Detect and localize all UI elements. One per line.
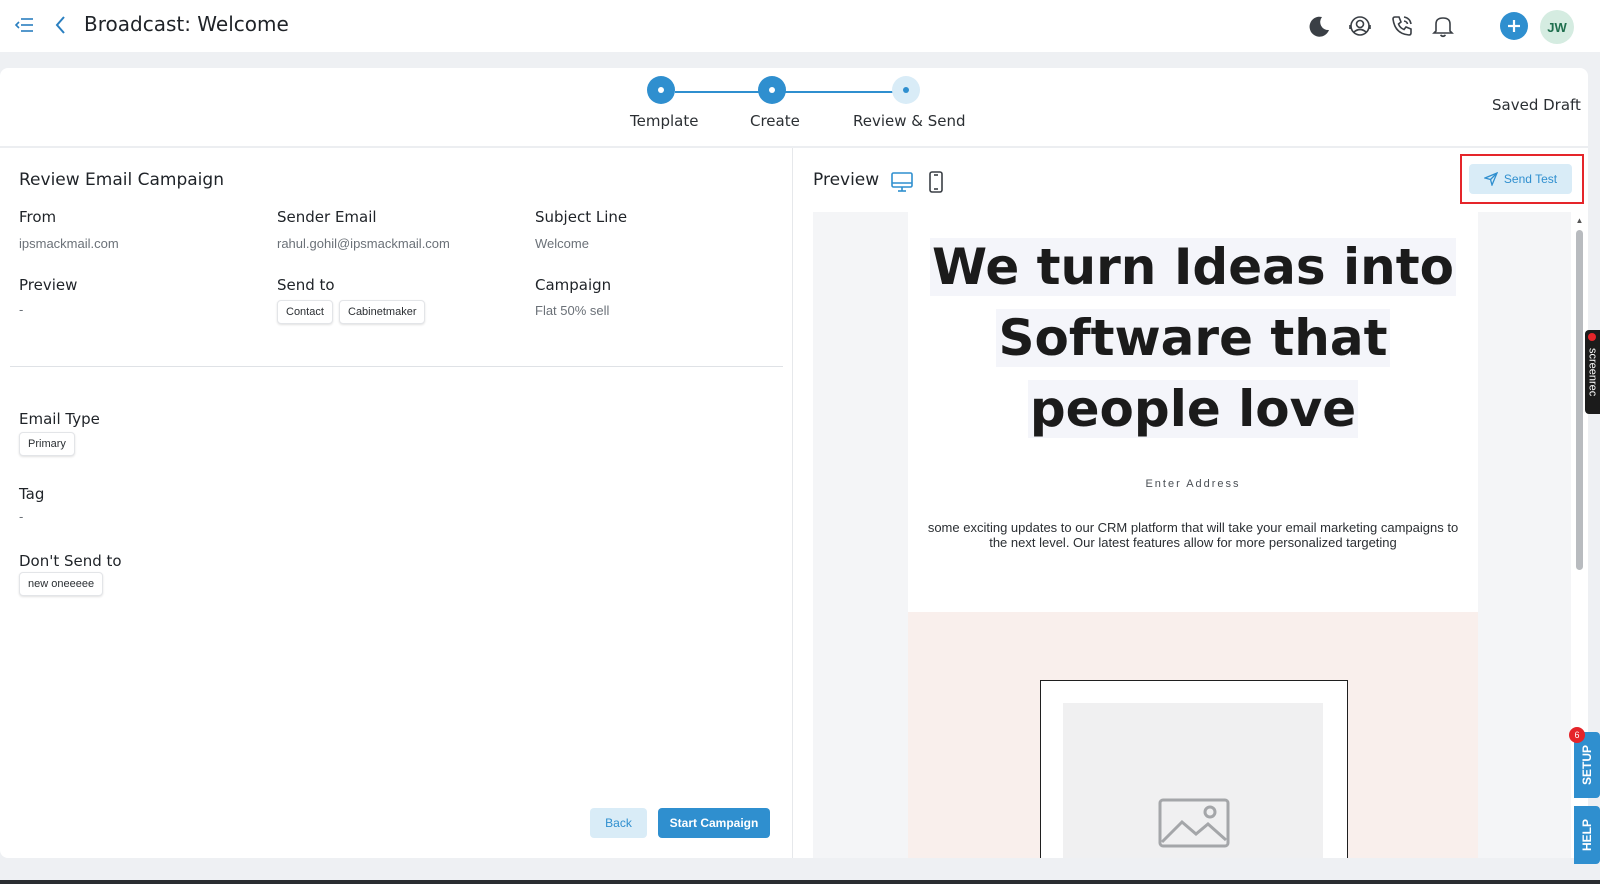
send-test-label: Send Test: [1503, 172, 1558, 186]
record-dot-icon: [1588, 333, 1596, 341]
setup-tab-label: SETUP: [1580, 745, 1594, 786]
scroll-up-icon[interactable]: ▲: [1575, 216, 1584, 226]
back-button[interactable]: Back: [590, 808, 647, 838]
dark-mode-moon-icon[interactable]: [1306, 13, 1332, 39]
notification-bell-icon[interactable]: [1430, 13, 1456, 39]
support-agent-icon[interactable]: [1347, 13, 1373, 39]
help-tab-label: HELP: [1580, 819, 1594, 852]
screenrec-label: screenrec: [1586, 347, 1599, 397]
dont-send-to-chip: new oneeeee: [19, 572, 104, 596]
review-title: Review Email Campaign: [19, 170, 224, 190]
email-intro-paragraph: some exciting updates to our CRM platfor…: [927, 520, 1459, 550]
email-preview-frame[interactable]: We turn Ideas into Software that people …: [813, 212, 1571, 858]
tag-value: -: [19, 509, 24, 524]
image-placeholder-frame: [1040, 680, 1348, 858]
campaign-value: Flat 50% sell: [535, 303, 610, 318]
hero-line: people love: [1027, 380, 1359, 438]
plus-icon: [1508, 20, 1520, 32]
email-body: We turn Ideas into Software that people …: [908, 212, 1478, 858]
campaign-label: Campaign: [535, 276, 612, 294]
email-type-chip: Primary: [19, 432, 75, 456]
preview-text-label: Preview: [19, 276, 78, 294]
page-title: Broadcast: Welcome: [84, 12, 289, 36]
hero-heading: We turn Ideas into Software that people …: [908, 232, 1478, 445]
sender-email-label: Sender Email: [277, 208, 377, 226]
hero-line: We turn Ideas into: [929, 238, 1457, 296]
step-connector: [675, 91, 769, 93]
back-arrow-icon[interactable]: [52, 14, 70, 36]
mobile-view-icon[interactable]: [924, 170, 948, 194]
send-to-chip: Contact: [277, 300, 333, 324]
email-address-text: Enter Address: [1145, 478, 1241, 490]
campaign-stepper: Template Create Review & Send Saved Draf…: [0, 68, 1588, 148]
collapse-menu-icon[interactable]: [14, 14, 36, 36]
scroll-thumb[interactable]: [1576, 230, 1583, 570]
section-divider: [10, 366, 783, 367]
step-label: Create: [750, 112, 800, 130]
taskbar-strip: [0, 880, 1600, 884]
from-label: From: [19, 208, 57, 226]
from-value: ipsmackmail.com: [19, 236, 119, 251]
step-label: Review & Send: [853, 112, 966, 130]
create-new-button[interactable]: [1500, 12, 1528, 40]
send-to-label: Send to: [277, 276, 335, 294]
email-type-label: Email Type: [19, 410, 100, 428]
campaign-card: Template Create Review & Send Saved Draf…: [0, 68, 1588, 858]
help-tab[interactable]: HELP: [1574, 806, 1600, 864]
subject-line-label: Subject Line: [535, 208, 628, 226]
tag-label: Tag: [19, 485, 45, 503]
setup-badge: 6: [1569, 727, 1585, 743]
start-campaign-button[interactable]: Start Campaign: [658, 808, 770, 838]
preview-panel: Preview Send Test We turn Ideas into Sof…: [794, 148, 1588, 858]
step-connector: [784, 91, 898, 93]
send-test-button[interactable]: Send Test: [1469, 164, 1572, 194]
preview-text-value: -: [19, 302, 24, 317]
dont-send-to-label: Don't Send to: [19, 552, 122, 570]
subject-line-value: Welcome: [535, 236, 589, 251]
hero-line: Software that: [996, 309, 1390, 367]
desktop-view-icon[interactable]: [890, 170, 914, 194]
step-label: Template: [630, 112, 699, 130]
screenrec-widget[interactable]: screenrec: [1585, 330, 1600, 414]
image-icon: [1158, 798, 1230, 848]
phone-call-icon[interactable]: [1389, 13, 1415, 39]
email-image-section: [908, 612, 1478, 858]
save-status: Saved Draft: [1492, 96, 1581, 114]
top-header: Broadcast: Welcome JW: [0, 0, 1600, 52]
preview-title: Preview: [813, 170, 880, 190]
step-dot[interactable]: [892, 76, 920, 104]
sender-email-value: rahul.gohil@ipsmackmail.com: [277, 236, 450, 251]
user-avatar[interactable]: JW: [1540, 10, 1574, 44]
step-dot[interactable]: [758, 76, 786, 104]
step-dot[interactable]: [647, 76, 675, 104]
paper-plane-icon: [1483, 172, 1498, 186]
send-to-chip: Cabinetmaker: [339, 300, 426, 324]
review-panel: Review Email Campaign From ipsmackmail.c…: [0, 148, 793, 858]
image-placeholder: [1063, 703, 1323, 858]
